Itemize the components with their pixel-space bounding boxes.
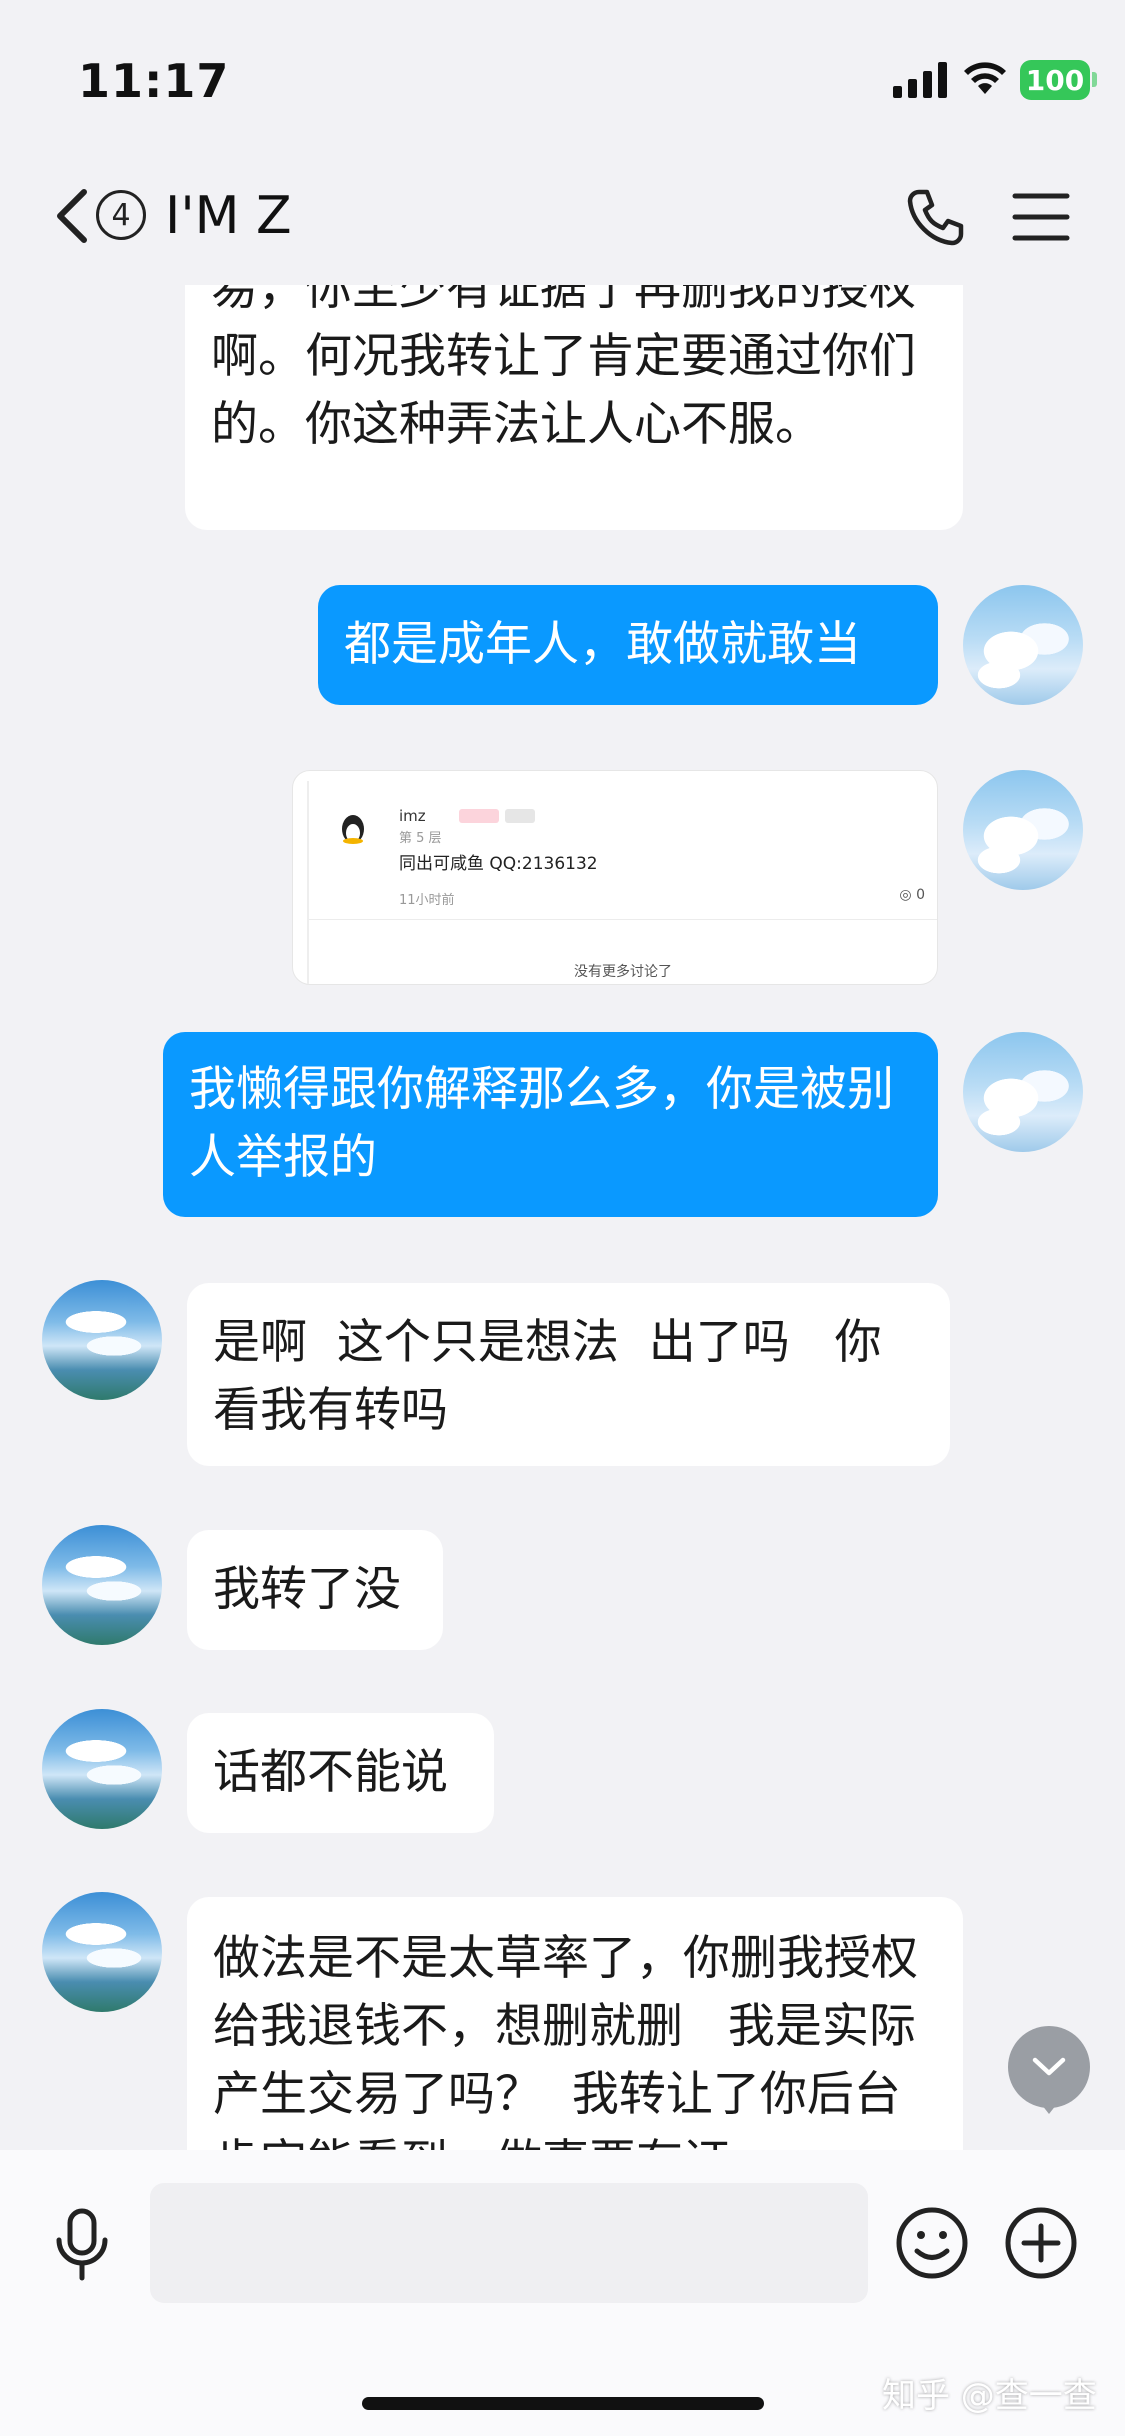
card-comment-count: ◎ 0: [899, 887, 925, 903]
screenshot-content: imz 第 5 层 同出可咸鱼 QQ:2136132 11小时前 ◎ 0 没有更…: [307, 781, 937, 984]
card-badge: [459, 809, 499, 823]
message-bubble-incoming[interactable]: 做法是不是太草率了，你删我授权给我退钱不，想删就删 我是实际产生交易了吗？ 我转…: [187, 1897, 963, 2150]
status-bar: 11:17 100: [0, 0, 1125, 160]
card-username: imz: [399, 807, 426, 825]
status-time: 11:17: [78, 54, 230, 108]
contact-avatar[interactable]: [42, 1892, 162, 2012]
contact-name[interactable]: I'M Z: [165, 186, 292, 246]
battery-tip: [1092, 72, 1097, 87]
card-time: 11小时前: [399, 893, 455, 908]
chevron-down-icon: [1032, 2057, 1066, 2076]
message-bubble-incoming[interactable]: 话都不能说: [187, 1713, 494, 1833]
comment-icon: ◎: [899, 887, 912, 903]
home-indicator[interactable]: [362, 2397, 764, 2410]
my-avatar[interactable]: [963, 585, 1083, 705]
message-list[interactable]: 易，你至少有证据了再删我的授权啊。何况我转让了肯定要通过你们的。你这种弄法让人心…: [0, 285, 1125, 2150]
card-content: 同出可咸鱼 QQ:2136132: [399, 854, 598, 874]
scroll-to-bottom-button[interactable]: [1008, 2026, 1090, 2108]
my-avatar[interactable]: [963, 770, 1083, 890]
message-bubble-incoming[interactable]: 易，你至少有证据了再删我的授权啊。何况我转让了肯定要通过你们的。你这种弄法让人心…: [185, 285, 963, 530]
message-bubble-outgoing[interactable]: 我懒得跟你解释那么多，你是被别人举报的: [163, 1032, 938, 1217]
microphone-icon[interactable]: [52, 2208, 112, 2282]
card-divider: [309, 919, 937, 920]
contact-avatar[interactable]: [42, 1525, 162, 1645]
signal-icon: [893, 62, 947, 98]
qq-penguin-icon: [342, 815, 364, 844]
shared-screenshot-image[interactable]: imz 第 5 层 同出可咸鱼 QQ:2136132 11小时前 ◎ 0 没有更…: [292, 770, 938, 985]
battery-indicator: 100: [1020, 60, 1090, 100]
phone-icon[interactable]: [905, 186, 967, 248]
my-avatar[interactable]: [963, 1032, 1083, 1152]
watermark: 知乎 @查一查: [882, 2376, 1097, 2416]
wifi-icon: [964, 62, 1006, 94]
message-bubble-outgoing[interactable]: 都是成年人，敢做就敢当: [318, 585, 938, 705]
scroll-button-tail: [1038, 2100, 1060, 2114]
card-floor: 第 5 层: [399, 831, 442, 846]
comment-count: 0: [916, 887, 925, 903]
menu-icon[interactable]: [1012, 190, 1070, 244]
message-input[interactable]: [150, 2183, 868, 2303]
chat-header: 4 I'M Z: [0, 160, 1125, 285]
contact-avatar[interactable]: [42, 1280, 162, 1400]
message-bubble-incoming[interactable]: 我转了没: [187, 1530, 443, 1650]
plus-icon[interactable]: [1004, 2206, 1078, 2280]
card-footer: 没有更多讨论了: [574, 964, 672, 980]
unread-count-badge[interactable]: 4: [96, 190, 146, 240]
card-badge: [505, 809, 535, 823]
message-bubble-incoming[interactable]: 是啊 这个只是想法 出了吗 你看我有转吗: [187, 1283, 950, 1466]
contact-avatar[interactable]: [42, 1709, 162, 1829]
emoji-icon[interactable]: [895, 2206, 969, 2280]
back-chevron-icon[interactable]: [52, 186, 92, 246]
